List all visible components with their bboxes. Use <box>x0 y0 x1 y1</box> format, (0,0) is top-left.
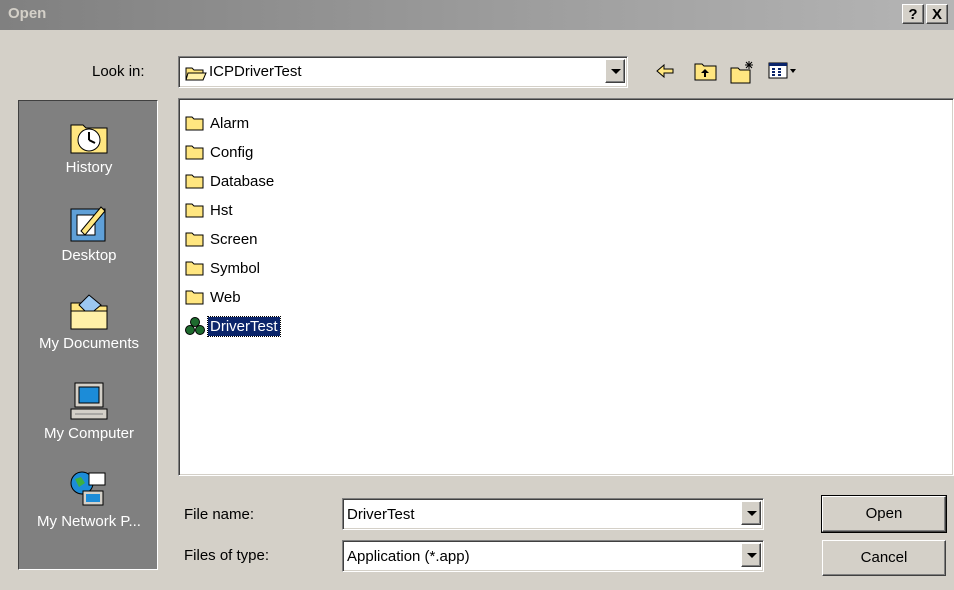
file-type-value: Application (*.app) <box>347 548 470 565</box>
look-in-combo[interactable]: ICPDriverTest <box>178 56 628 88</box>
look-in-label: Look in: <box>92 63 145 80</box>
folder-icon <box>185 203 204 218</box>
file-name: Symbol <box>210 259 261 277</box>
place-my-computer[interactable]: My Computer <box>19 381 159 442</box>
new-folder-icon[interactable] <box>730 60 756 84</box>
place-label: Desktop <box>61 247 117 264</box>
folder-icon <box>185 174 204 189</box>
list-item[interactable]: Database <box>185 169 276 193</box>
view-menu-icon[interactable] <box>768 60 800 82</box>
folder-icon <box>185 290 204 305</box>
file-name-dropdown-button[interactable] <box>741 501 761 525</box>
list-item[interactable]: Screen <box>185 227 260 251</box>
list-item[interactable]: Alarm <box>185 111 251 135</box>
place-my-network[interactable]: My Network P... <box>19 469 159 530</box>
place-my-documents[interactable]: My Documents <box>19 291 159 352</box>
desktop-icon <box>70 206 106 242</box>
place-desktop[interactable]: Desktop <box>19 203 159 264</box>
file-name-label: File name: <box>184 506 255 523</box>
open-button[interactable]: Open <box>821 495 947 533</box>
help-button[interactable]: ? <box>902 4 924 24</box>
folder-icon <box>185 232 204 247</box>
up-folder-icon[interactable] <box>694 60 718 82</box>
open-folder-icon <box>185 67 207 81</box>
list-item[interactable]: Web <box>185 285 243 309</box>
folder-icon <box>185 116 204 131</box>
place-label: My Network P... <box>37 513 141 530</box>
file-name: Hst <box>210 201 233 219</box>
file-name-input[interactable]: DriverTest <box>347 506 415 523</box>
file-type-combo[interactable]: Application (*.app) <box>342 540 764 572</box>
place-label: My Documents <box>38 335 140 352</box>
my-computer-icon <box>70 382 108 420</box>
file-name: Screen <box>210 230 258 248</box>
list-item[interactable]: Config <box>185 140 255 164</box>
look-in-value: ICPDriverTest <box>209 63 302 80</box>
file-name: Database <box>210 172 275 190</box>
network-places-icon <box>70 471 106 506</box>
file-type-dropdown-button[interactable] <box>741 543 761 567</box>
place-label: History <box>65 159 113 176</box>
file-name: Alarm <box>210 114 250 132</box>
history-icon <box>70 124 108 154</box>
places-bar: History Desktop My Documents My Computer… <box>18 100 158 570</box>
open-dialog: Open ? X Look in: ICPDriverTest History … <box>0 0 954 590</box>
file-name-combo[interactable]: DriverTest <box>342 498 764 530</box>
file-list[interactable]: Alarm Config Database Hst Screen Symbol … <box>178 98 954 476</box>
application-icon <box>185 317 205 335</box>
list-item-selected[interactable]: DriverTest <box>185 314 281 338</box>
place-label: My Computer <box>43 425 135 442</box>
back-arrow-icon[interactable] <box>654 60 676 82</box>
file-name: Web <box>210 288 241 306</box>
cancel-button[interactable]: Cancel <box>822 540 946 576</box>
file-type-label: Files of type: <box>184 547 270 564</box>
list-item[interactable]: Hst <box>185 198 235 222</box>
list-item[interactable]: Symbol <box>185 256 262 280</box>
my-documents-icon <box>70 294 108 330</box>
title-bar[interactable]: Open ? X <box>0 0 954 30</box>
window-title: Open <box>8 5 47 22</box>
close-button[interactable]: X <box>926 4 948 24</box>
folder-icon <box>185 261 204 276</box>
place-history[interactable]: History <box>19 115 159 176</box>
look-in-dropdown-button[interactable] <box>605 59 625 83</box>
file-name: Config <box>210 143 254 161</box>
folder-icon <box>185 145 204 160</box>
file-name: DriverTest <box>207 315 281 337</box>
